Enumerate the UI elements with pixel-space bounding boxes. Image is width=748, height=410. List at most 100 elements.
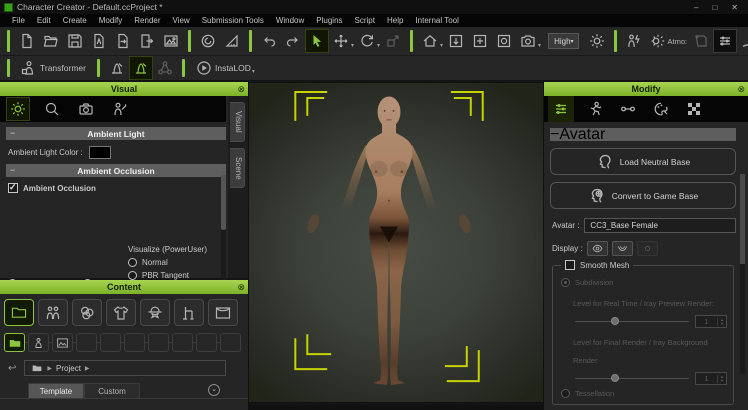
light-marker-bottom-left[interactable] xyxy=(295,334,331,369)
convert-to-game-base-button[interactable]: Convert to Game Base xyxy=(550,182,736,209)
refresh-assets-button[interactable] xyxy=(196,29,220,53)
collapse-icon[interactable]: − xyxy=(10,164,15,177)
tab-template[interactable]: Template xyxy=(28,383,84,398)
edit-mesh-button[interactable] xyxy=(105,56,129,80)
category-stage-button[interactable] xyxy=(208,299,238,326)
modify-panel-scrollbar[interactable] xyxy=(740,174,745,374)
preview-camera-button[interactable] xyxy=(516,29,540,53)
subfolder-empty[interactable] xyxy=(124,333,145,352)
select-tool-button[interactable] xyxy=(305,29,329,53)
tab-character-visual[interactable] xyxy=(108,97,132,121)
visual-panel-scrollbar[interactable] xyxy=(221,175,226,295)
camera-view-button[interactable] xyxy=(492,29,516,53)
avatar-figure[interactable] xyxy=(305,96,472,385)
rotate-tool-button[interactable] xyxy=(355,29,379,53)
viewport-3d[interactable] xyxy=(248,82,544,403)
smooth-mesh-checkbox[interactable] xyxy=(565,260,575,270)
export-content-button[interactable] xyxy=(111,29,135,53)
new-project-button[interactable] xyxy=(15,29,39,53)
menu-render[interactable]: Render xyxy=(128,16,166,25)
display-underwear-button[interactable] xyxy=(612,241,633,256)
home-camera-button[interactable] xyxy=(418,29,442,53)
tabs-expand-icon[interactable]: ⌄ xyxy=(208,384,220,396)
breadcrumb[interactable]: ▶ Project ▶ xyxy=(24,360,226,376)
minimize-button[interactable]: – xyxy=(694,3,698,12)
scale-tool-button[interactable] xyxy=(381,29,405,53)
subfolder-empty[interactable] xyxy=(148,333,169,352)
visual-panel-close-icon[interactable]: ⊗ xyxy=(237,82,245,96)
subfolder-empty[interactable] xyxy=(172,333,193,352)
lighting-button[interactable] xyxy=(585,29,609,53)
spin-down-icon[interactable]: ▼ xyxy=(720,379,724,383)
ambient-occlusion-checkbox[interactable] xyxy=(8,183,18,193)
tab-render-settings[interactable] xyxy=(6,97,30,121)
subfolder-empty[interactable] xyxy=(100,333,121,352)
fit-to-view-button[interactable] xyxy=(444,29,468,53)
edit-character-button[interactable] xyxy=(129,56,153,80)
measure-tool-button[interactable] xyxy=(220,29,244,53)
subfolder-selected[interactable] xyxy=(4,333,25,352)
shadow-catcher-button[interactable] xyxy=(689,29,713,53)
tab-custom[interactable]: Custom xyxy=(84,383,140,398)
redo-button[interactable] xyxy=(281,29,305,53)
ibl-light-button[interactable] xyxy=(622,29,646,53)
open-project-button[interactable] xyxy=(39,29,63,53)
subdivision-radio[interactable] xyxy=(561,278,570,287)
menu-plugins[interactable]: Plugins xyxy=(310,16,348,25)
category-accessory-button[interactable] xyxy=(140,299,170,326)
menu-window[interactable]: Window xyxy=(270,16,310,25)
tab-bone[interactable] xyxy=(616,97,640,121)
category-prop-button[interactable] xyxy=(174,299,204,326)
collapse-icon[interactable]: − xyxy=(550,126,559,144)
tessellation-radio[interactable] xyxy=(561,389,570,398)
ambient-light-color-swatch[interactable] xyxy=(89,146,111,159)
render-image-button[interactable] xyxy=(159,29,183,53)
subfolder-empty[interactable] xyxy=(196,333,217,352)
content-panel-close-icon[interactable]: ⊗ xyxy=(237,280,245,294)
close-button[interactable]: ✕ xyxy=(731,3,738,12)
quality-dropdown[interactable]: High ▾ xyxy=(548,33,578,49)
move-tool-button[interactable] xyxy=(329,29,353,53)
spin-down-icon[interactable]: ▼ xyxy=(720,322,724,326)
tab-attribute[interactable] xyxy=(548,96,574,122)
send-to-iclone-button[interactable] xyxy=(135,29,159,53)
category-cloth-button[interactable] xyxy=(106,299,136,326)
load-neutral-base-button[interactable]: Load Neutral Base xyxy=(550,148,736,175)
dock-tab-visual[interactable]: Visual xyxy=(230,102,245,142)
tab-texture[interactable] xyxy=(682,97,706,121)
menu-create[interactable]: Create xyxy=(57,16,93,25)
display-visibility-button[interactable] xyxy=(587,241,608,256)
display-extra-button[interactable] xyxy=(637,241,658,256)
maximize-button[interactable]: □ xyxy=(712,3,717,12)
radio-normal[interactable] xyxy=(128,258,137,267)
ambient-occlusion-section-header[interactable]: − Ambient Occlusion xyxy=(6,164,226,177)
category-actor-button[interactable] xyxy=(38,299,68,326)
menu-submission-tools[interactable]: Submission Tools xyxy=(196,16,270,25)
transformer-button[interactable]: Transformer xyxy=(15,57,92,79)
radio-pbr-tangent[interactable] xyxy=(128,271,137,280)
menu-modify[interactable]: Modify xyxy=(93,16,129,25)
render-settings-button[interactable] xyxy=(713,29,737,53)
category-project-button[interactable] xyxy=(4,299,34,326)
breadcrumb-project[interactable]: Project xyxy=(56,364,81,373)
menu-view[interactable]: View xyxy=(167,16,196,25)
menu-file[interactable]: File xyxy=(6,16,31,25)
mesh-nodes-button[interactable] xyxy=(153,56,177,80)
tab-lens-effects[interactable] xyxy=(40,97,64,121)
menu-edit[interactable]: Edit xyxy=(31,16,57,25)
subfolder-avatar[interactable] xyxy=(28,333,49,352)
realtime-spinbox[interactable]: 1 ▲▼ xyxy=(695,315,727,328)
atmosphere-settings-button[interactable] xyxy=(646,29,670,53)
import-content-button[interactable] xyxy=(87,29,111,53)
focus-selected-button[interactable] xyxy=(468,29,492,53)
light-marker-bottom-right[interactable] xyxy=(445,346,479,381)
menu-internal-tool[interactable]: Internal Tool xyxy=(409,16,464,25)
menu-script[interactable]: Script xyxy=(349,16,381,25)
avatar-section-header[interactable]: − Avatar xyxy=(550,128,736,141)
save-project-button[interactable] xyxy=(63,29,87,53)
modify-panel-header[interactable]: Modify ⊗ xyxy=(544,82,748,96)
pick-target-button[interactable] xyxy=(737,29,748,53)
tab-material[interactable] xyxy=(649,97,673,121)
modify-panel-close-icon[interactable]: ⊗ xyxy=(737,82,745,96)
undo-button[interactable] xyxy=(257,29,281,53)
